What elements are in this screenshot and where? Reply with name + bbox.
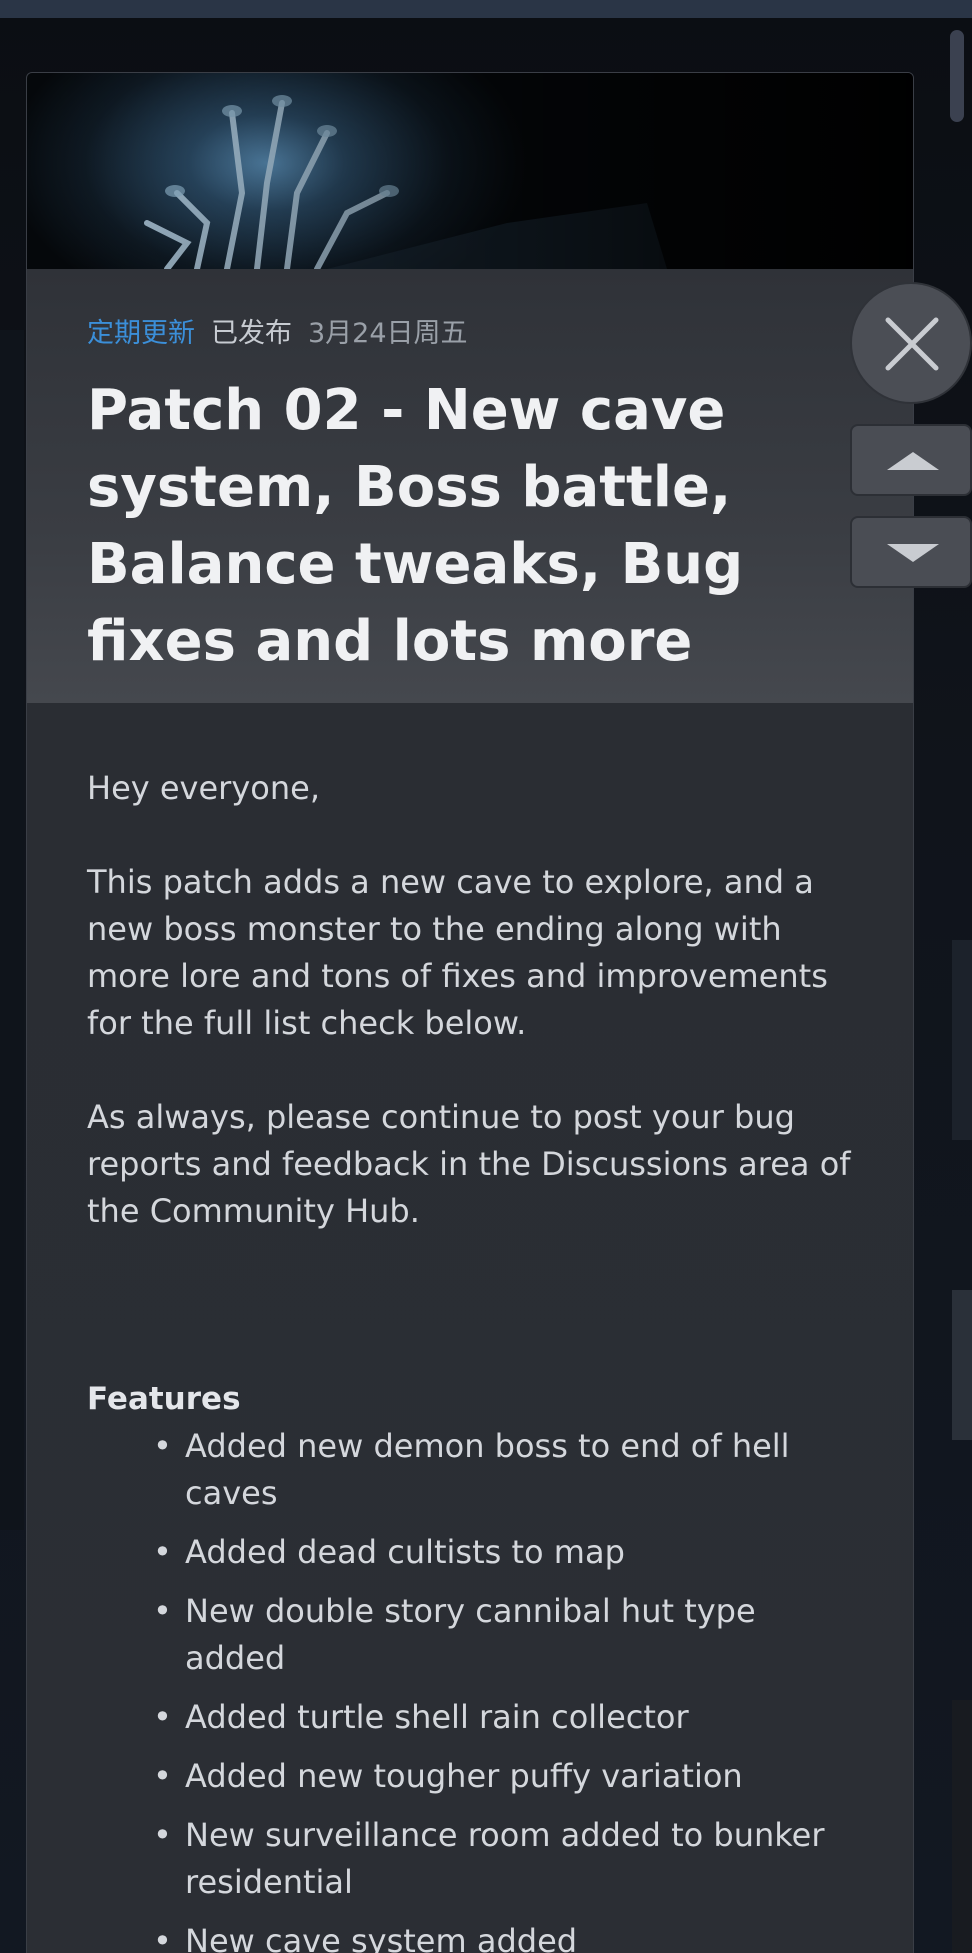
background-panel bbox=[952, 1290, 972, 1440]
list-item: New cave system added bbox=[153, 1918, 853, 1953]
scrollbar-thumb[interactable] bbox=[950, 30, 964, 122]
chevron-down-icon bbox=[887, 544, 939, 562]
top-bar bbox=[0, 0, 972, 18]
published-label: 已发布 bbox=[211, 318, 292, 349]
event-meta: 定期更新 已发布 3月24日周五 bbox=[87, 311, 853, 350]
event-date: 3月24日周五 bbox=[308, 318, 468, 349]
body-paragraph-1: This patch adds a new cave to explore, a… bbox=[87, 863, 828, 1042]
background-left-edge bbox=[0, 330, 24, 1530]
event-title: Patch 02 - New cave system, Boss battle,… bbox=[87, 378, 744, 674]
background-panel bbox=[952, 1700, 972, 1953]
scroll-up-button[interactable] bbox=[850, 424, 972, 496]
features-list: Added new demon boss to end of hell cave… bbox=[87, 1423, 853, 1953]
event-header: 定期更新 已发布 3月24日周五 Patch 02 - New cave sys… bbox=[27, 269, 913, 703]
hero-image bbox=[27, 73, 913, 269]
list-item: New double story cannibal hut type added bbox=[153, 1588, 853, 1682]
list-item: Added new demon boss to end of hell cave… bbox=[153, 1423, 853, 1517]
page: 定期更新 已发布 3月24日周五 Patch 02 - New cave sys… bbox=[0, 0, 972, 1953]
scroll-down-button[interactable] bbox=[850, 516, 972, 588]
list-item: Added turtle shell rain collector bbox=[153, 1694, 853, 1741]
list-item: New surveillance room added to bunker re… bbox=[153, 1812, 853, 1906]
body-paragraph-2: As always, please continue to post your … bbox=[87, 1098, 851, 1230]
list-item: Added new tougher puffy variation bbox=[153, 1753, 853, 1800]
greeting-text: Hey everyone, bbox=[87, 769, 320, 807]
chevron-up-icon bbox=[887, 452, 939, 470]
close-icon bbox=[885, 317, 939, 371]
close-button[interactable] bbox=[850, 282, 972, 404]
event-body: Hey everyone, This patch adds a new cave… bbox=[27, 703, 913, 1953]
features-heading: Features bbox=[87, 1381, 241, 1417]
background-panel bbox=[952, 940, 972, 1140]
event-category-tag[interactable]: 定期更新 bbox=[87, 311, 195, 350]
list-item: Added dead cultists to map bbox=[153, 1529, 853, 1576]
event-modal: 定期更新 已发布 3月24日周五 Patch 02 - New cave sys… bbox=[26, 72, 914, 1953]
